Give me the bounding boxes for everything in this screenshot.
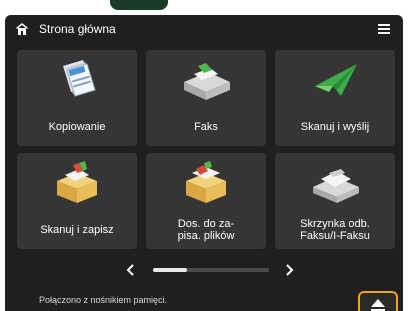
page-indicator	[153, 268, 269, 272]
tile-scan-send[interactable]: Skanuj i wyślij	[275, 50, 395, 146]
home-icon[interactable]	[15, 22, 29, 36]
status-bar: Połączono z nośnikiem pamięci.	[5, 289, 403, 311]
tile-scan-store[interactable]: Skanuj i zapisz	[17, 153, 137, 249]
fax-inbox-icon	[313, 169, 359, 203]
page-navigator	[5, 259, 403, 281]
access-stored-files-icon	[186, 161, 226, 203]
menu-icon	[378, 24, 390, 34]
menu-button[interactable]	[369, 17, 399, 41]
page-indicator-thumb	[153, 268, 187, 272]
tile-fax[interactable]: Faks	[146, 50, 266, 146]
status-message: Połączono z nośnikiem pamięci.	[39, 295, 168, 305]
tile-label: Skanuj i wyślij	[300, 121, 370, 133]
chevron-left-icon	[126, 264, 134, 276]
tile-label: Dos. do za- pisa. plików	[177, 218, 235, 242]
tile-access-stored-files[interactable]: Dos. do za- pisa. plików	[146, 153, 266, 249]
copy-icon	[63, 60, 96, 97]
page-title: Strona główna	[39, 22, 116, 36]
tile-label: Faks	[194, 121, 218, 133]
home-screen: Strona główna Kopiowanie Faks Skanuj i w…	[0, 0, 408, 311]
tile-label: Kopiowanie	[48, 121, 106, 133]
previous-page-button[interactable]	[122, 261, 140, 279]
scan-send-icon	[315, 64, 357, 96]
top-indicator	[110, 0, 168, 10]
scan-store-icon	[57, 161, 97, 203]
chevron-right-icon	[286, 264, 294, 276]
fax-icon	[184, 63, 230, 100]
tile-label: Skrzynka odb. Faksu/I-Faksu	[300, 218, 370, 242]
header-bar: Strona główna	[5, 15, 403, 43]
eject-icon	[371, 299, 385, 311]
tile-copy[interactable]: Kopiowanie	[17, 50, 137, 146]
next-page-button[interactable]	[280, 261, 298, 279]
tile-label: Skanuj i zapisz	[40, 224, 114, 236]
main-panel: Strona główna Kopiowanie Faks Skanuj i w…	[5, 15, 403, 311]
eject-button[interactable]	[358, 291, 398, 311]
tile-fax-inbox[interactable]: Skrzynka odb. Faksu/I-Faksu	[275, 153, 395, 249]
